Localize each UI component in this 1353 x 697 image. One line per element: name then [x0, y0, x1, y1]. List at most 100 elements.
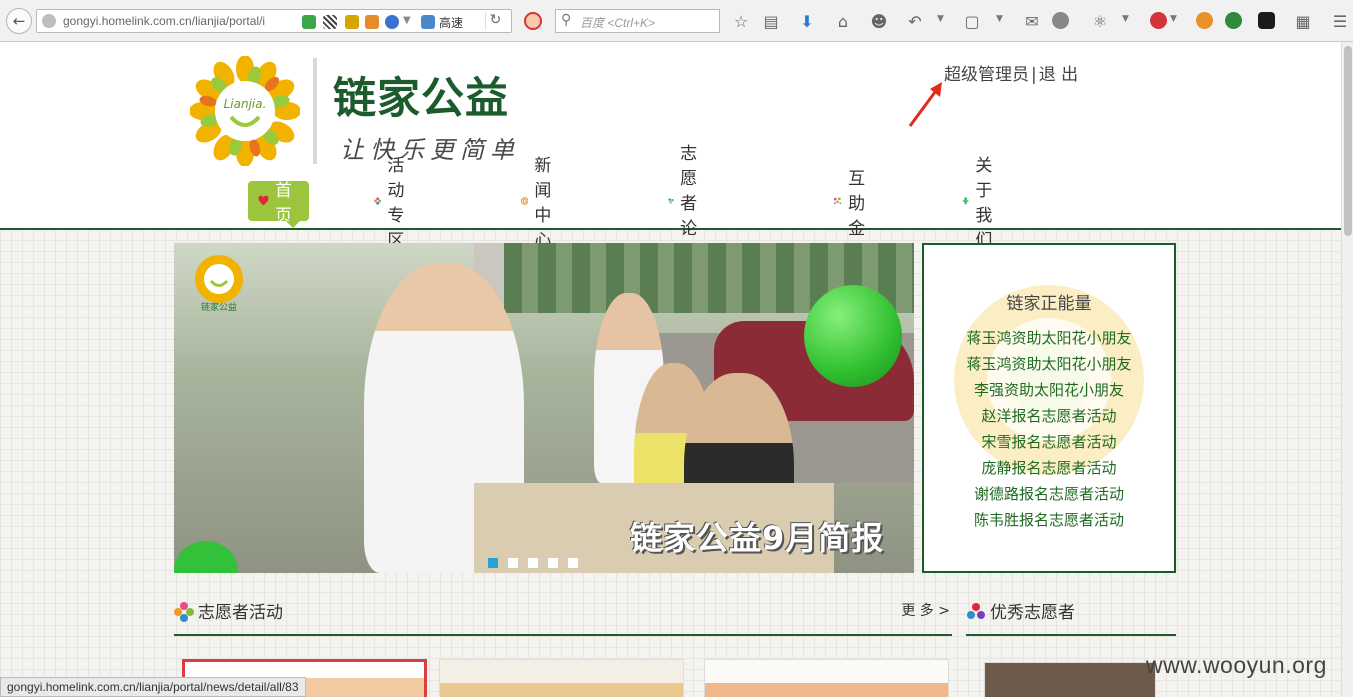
- more-link[interactable]: 更 多 >: [901, 600, 950, 620]
- energy-item[interactable]: 陈韦胜报名志愿者活动: [924, 507, 1174, 533]
- nav-about-label: 关于我们: [975, 156, 993, 251]
- page-content: Lianjia. 链家公益 让快乐更简单 超级管理员 | 退 出 首 页 活动专区: [0, 42, 1341, 697]
- carousel-dots: [488, 558, 578, 568]
- nav-mutual-fund-label: 互助金: [848, 168, 866, 239]
- watermark-text: www.wooyun.org: [1146, 652, 1327, 678]
- sunflower-logo-icon[interactable]: Lianjia.: [190, 56, 300, 166]
- energy-item[interactable]: 李强资助太阳花小朋友: [924, 377, 1174, 403]
- nav-mutual-fund[interactable]: 互助金: [833, 169, 874, 239]
- chat-icon[interactable]: ☻: [869, 11, 889, 31]
- crop-dropdown-icon[interactable]: ▼: [996, 14, 1003, 24]
- user-area: 超级管理员 | 退 出: [944, 60, 1080, 85]
- balloon-image: [804, 285, 902, 387]
- grid-apps-icon[interactable]: ▦: [1293, 11, 1313, 31]
- reading-list-icon[interactable]: ▤: [761, 11, 781, 31]
- java-icon[interactable]: [365, 15, 379, 29]
- banner-carousel[interactable]: 链家公益 链家公益9月简报: [174, 243, 914, 573]
- volunteer-activities-header: 志愿者活动 更 多 >: [174, 594, 952, 636]
- search-icon: ⚲: [561, 12, 572, 28]
- extension-icon[interactable]: [345, 15, 359, 29]
- nav-about[interactable]: 关于我们: [962, 156, 1003, 251]
- nav-activities-label: 活动专区: [387, 156, 405, 251]
- logout-link[interactable]: 退 出: [1039, 65, 1078, 85]
- spiral-icon: [521, 197, 529, 205]
- moon-icon[interactable]: [385, 15, 399, 29]
- home-icon[interactable]: ⌂: [833, 11, 853, 31]
- status-bar-url: gongyi.homelink.com.cn/lianjia/portal/ne…: [0, 677, 306, 697]
- addon-dropdown-icon[interactable]: ▼: [1170, 14, 1177, 24]
- excellent-volunteers-title: 优秀志愿者: [990, 603, 1075, 623]
- addon-green-icon[interactable]: [1225, 12, 1242, 29]
- adblock-shield-icon[interactable]: [1258, 12, 1275, 29]
- logo-divider: [313, 58, 317, 164]
- energy-item[interactable]: 蒋玉鸿资助太阳花小朋友: [924, 351, 1174, 377]
- page-scrollbar[interactable]: [1341, 42, 1353, 697]
- nav-news-label: 新闻中心: [534, 156, 552, 251]
- banner-badge-text: 链家公益: [201, 301, 237, 311]
- energy-item[interactable]: 谢德路报名志愿者活动: [924, 481, 1174, 507]
- speed-mode-icon[interactable]: [421, 15, 435, 29]
- activity-thumbnail[interactable]: [704, 659, 949, 697]
- translate-icon[interactable]: ⚛: [1090, 11, 1110, 31]
- nav-activities[interactable]: 活动专区: [374, 156, 415, 251]
- search-input[interactable]: ⚲ 百度 <Ctrl+K>: [555, 9, 720, 33]
- site-title[interactable]: 链家公益: [333, 64, 509, 126]
- crop-icon[interactable]: ▢: [962, 11, 982, 31]
- shield-icon[interactable]: [302, 15, 316, 29]
- puzzle-icon: [668, 198, 674, 204]
- annotation-arrow-icon: [908, 82, 942, 127]
- scrollbar-thumb[interactable]: [1344, 46, 1352, 236]
- carousel-dot-5[interactable]: [568, 558, 578, 568]
- reload-icon[interactable]: ↻: [485, 12, 505, 30]
- username-link[interactable]: 超级管理员: [944, 65, 1029, 85]
- carousel-dot-4[interactable]: [548, 558, 558, 568]
- avatar-icon[interactable]: [1052, 12, 1069, 29]
- browser-toolbar: ← gongyi.homelink.com.cn/lianjia/portal/…: [0, 0, 1353, 42]
- user-separator: |: [1031, 65, 1037, 85]
- activity-thumbnail[interactable]: [439, 659, 684, 697]
- download-icon[interactable]: ⬇: [797, 11, 817, 31]
- undo-dropdown-icon[interactable]: ▼: [937, 14, 944, 24]
- undo-icon[interactable]: ↶: [905, 11, 925, 31]
- nav-active-pointer: [286, 221, 300, 228]
- site-slogan: 让快乐更简单: [340, 136, 520, 164]
- positive-energy-panel: 链家正能量 蒋玉鸿资助太阳花小朋友 蒋玉鸿资助太阳花小朋友 李强资助太阳花小朋友…: [922, 243, 1176, 573]
- logo-badge-text: Lianjia.: [224, 97, 267, 111]
- banner-person-girl: [184, 343, 354, 573]
- address-text[interactable]: gongyi.homelink.com.cn/lianjia/portal/i: [63, 14, 333, 28]
- banner-logo-badge-icon: 链家公益: [195, 255, 243, 311]
- energy-item[interactable]: 蒋玉鸿资助太阳花小朋友: [924, 325, 1174, 351]
- heart-icon: [258, 195, 269, 206]
- volunteer-photo[interactable]: [984, 662, 1156, 697]
- carousel-dot-3[interactable]: [528, 558, 538, 568]
- nav-home-label: 首 页: [274, 181, 292, 226]
- bookmark-star-icon[interactable]: ☆: [731, 11, 751, 31]
- energy-title: 链家正能量: [1006, 294, 1092, 314]
- speed-mode-label[interactable]: 高速: [439, 14, 463, 31]
- energy-list: 蒋玉鸿资助太阳花小朋友 蒋玉鸿资助太阳花小朋友 李强资助太阳花小朋友 赵洋报名志…: [924, 325, 1174, 533]
- carousel-dot-1[interactable]: [488, 558, 498, 568]
- energy-item[interactable]: 庞静报名志愿者活动: [924, 455, 1174, 481]
- addon-orange-icon[interactable]: [1196, 12, 1213, 29]
- nav-news[interactable]: 新闻中心: [521, 156, 562, 251]
- energy-item[interactable]: 宋雪报名志愿者活动: [924, 429, 1174, 455]
- globe-icon: [42, 14, 56, 28]
- nav-home[interactable]: 首 页: [248, 181, 309, 228]
- banner-caption: 链家公益9月简报: [630, 519, 885, 557]
- excellent-volunteers-header: 优秀志愿者: [966, 594, 1176, 636]
- comment-icon[interactable]: ✉: [1022, 11, 1042, 31]
- dropdown-icon[interactable]: ▼: [403, 15, 417, 29]
- block-icon[interactable]: [524, 12, 542, 30]
- addon-red-icon[interactable]: [1150, 12, 1167, 29]
- translate-dropdown-icon[interactable]: ▼: [1122, 14, 1129, 24]
- volunteer-activities-title: 志愿者活动: [198, 603, 283, 623]
- energy-item[interactable]: 赵洋报名志愿者活动: [924, 403, 1174, 429]
- flower-icon: [174, 602, 194, 622]
- address-bar[interactable]: gongyi.homelink.com.cn/lianjia/portal/i …: [36, 9, 512, 33]
- menu-icon[interactable]: ☰: [1330, 11, 1350, 31]
- qr-code-icon[interactable]: [323, 15, 337, 29]
- search-placeholder: 百度 <Ctrl+K>: [580, 16, 656, 30]
- nav-forum[interactable]: 志愿者论坛: [668, 144, 709, 264]
- carousel-dot-2[interactable]: [508, 558, 518, 568]
- back-button[interactable]: ←: [6, 8, 32, 34]
